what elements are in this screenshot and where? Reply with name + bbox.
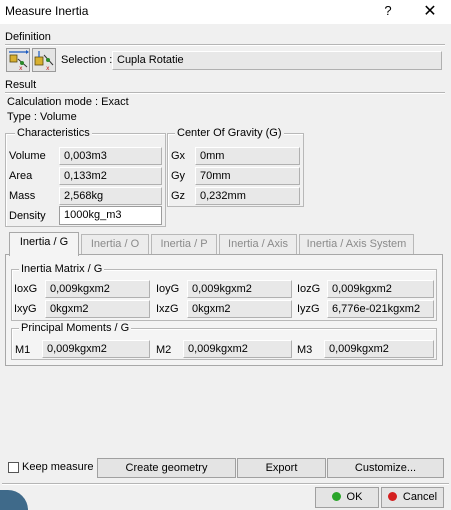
ioyg-label: IoyG [156,283,180,295]
close-button[interactable]: ✕ [422,1,438,21]
bottom-separator [2,483,449,485]
result-type: Type : Volume [7,111,77,123]
ixyg-value: 0kgxm2 [45,300,150,318]
m3-label: M3 [297,344,313,356]
export-button[interactable]: Export [237,458,326,478]
area-label: Area [9,170,33,182]
cancel-label: Cancel [402,491,438,503]
principal-moments-title: Principal Moments / G [19,322,132,334]
selection-mode-button-2[interactable]: x [32,48,56,72]
gx-value: 0mm [195,147,300,165]
keep-measure-checkbox[interactable] [8,462,19,473]
gz-value: 0,232mm [195,187,300,205]
gz-label: Gz [171,190,186,202]
cancel-icon [387,492,397,501]
tab-inertia-o[interactable]: Inertia / O [81,234,149,254]
mass-value: 2,568kg [59,187,162,205]
svg-text:x: x [19,65,23,71]
selection-field[interactable]: Cupla Rotatie [112,51,442,70]
customize-button[interactable]: Customize... [327,458,444,478]
tab-inertia-p[interactable]: Inertia / P [151,234,217,254]
m2-label: M2 [156,344,172,356]
m1-label: M1 [15,344,31,356]
gy-label: Gy [171,170,186,182]
title-bar: Measure Inertia ? ✕ [0,0,451,24]
keep-measure-label: Keep measure [22,461,94,473]
tab-inertia-g[interactable]: Inertia / G [9,232,79,256]
definition-label: Definition [5,31,51,43]
density-field[interactable]: 1000kg_m3 [59,206,162,225]
ixzg-value: 0kgxm2 [187,300,292,318]
gy-value: 70mm [195,167,300,185]
iyzg-value: 6,776e-021kgxm2 [327,300,434,318]
ixyg-label: IxyG [14,303,37,315]
center-of-gravity-title: Center Of Gravity (G) [175,127,284,139]
iyzg-label: IyzG [297,303,320,315]
window-title: Measure Inertia [5,4,89,18]
ixzg-label: IxzG [156,303,179,315]
ioxg-value: 0,009kgxm2 [45,280,150,298]
area-value: 0,133m2 [59,167,162,185]
ioyg-value: 0,009kgxm2 [187,280,292,298]
ok-button[interactable]: OK [315,487,379,508]
create-geometry-button[interactable]: Create geometry [97,458,236,478]
calculation-mode: Calculation mode : Exact [7,96,129,108]
m2-value: 0,009kgxm2 [183,340,292,358]
m3-value: 0,009kgxm2 [324,340,434,358]
definition-separator [5,44,445,46]
help-button[interactable]: ? [380,3,396,18]
ok-icon [331,492,341,501]
result-label: Result [5,79,37,91]
iozg-label: IozG [297,283,321,295]
characteristics-title: Characteristics [15,127,92,139]
measure-item-icon: x [34,51,54,72]
ok-label: OK [346,491,363,503]
m1-value: 0,009kgxm2 [42,340,150,358]
volume-value: 0,003m3 [59,147,162,165]
background-artifact [0,490,28,510]
result-separator [5,92,445,94]
svg-text:x: x [46,65,50,71]
density-label: Density [9,210,46,222]
iozg-value: 0,009kgxm2 [327,280,434,298]
volume-label: Volume [9,150,46,162]
ioxg-label: IoxG [14,283,38,295]
selection-label: Selection : [61,54,113,66]
gx-label: Gx [171,150,186,162]
cancel-button[interactable]: Cancel [381,487,444,508]
selection-mode-button[interactable]: x [6,48,30,72]
tab-inertia-axis-system[interactable]: Inertia / Axis System [299,234,414,254]
mass-label: Mass [9,190,36,202]
inertia-matrix-title: Inertia Matrix / G [19,263,105,275]
tab-inertia-axis[interactable]: Inertia / Axis [219,234,297,254]
measure-selection-icon: x [9,50,29,72]
